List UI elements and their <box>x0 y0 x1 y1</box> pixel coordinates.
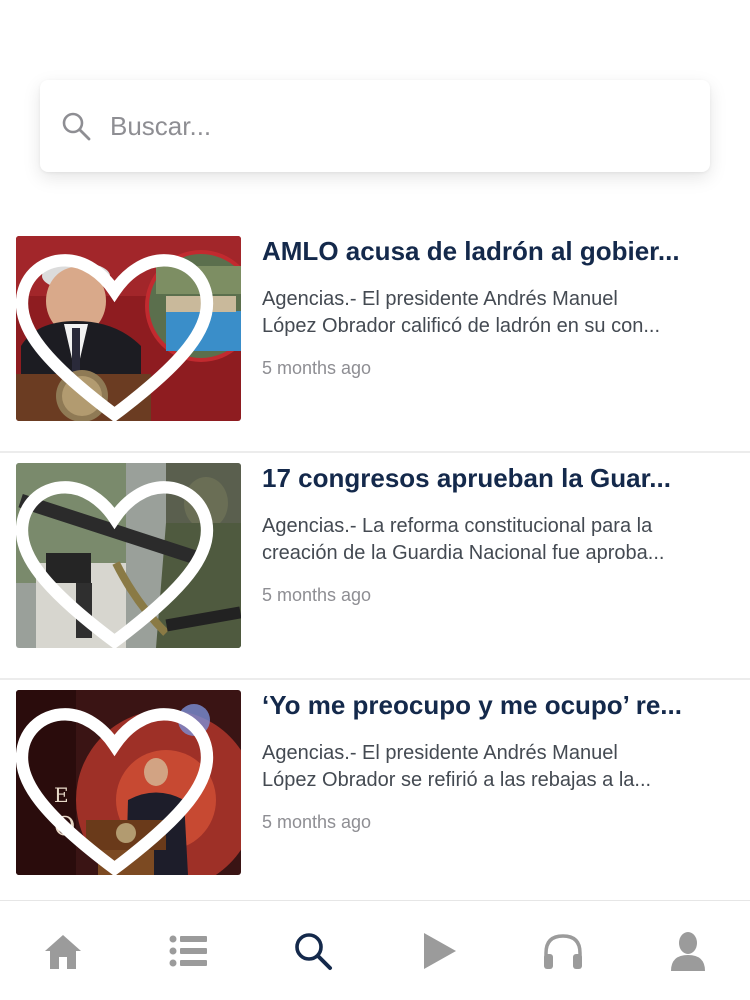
article-item[interactable]: E O ‘Yo me preocupo y me ocupo’ re... Ag… <box>0 680 750 907</box>
article-thumbnail[interactable] <box>16 463 241 648</box>
search-icon <box>62 112 91 141</box>
favorite-heart-icon[interactable] <box>16 475 227 648</box>
article-excerpt: Agencias.- La reforma constitucional par… <box>262 513 727 567</box>
article-thumbnail[interactable]: E O <box>16 690 241 875</box>
excerpt-line: creación de la Guardia Nacional fue apro… <box>262 542 665 564</box>
list-icon <box>169 935 207 966</box>
article-list: AMLO acusa de ladrón al gobier... Agenci… <box>0 226 750 907</box>
article-timestamp: 5 months ago <box>262 585 372 605</box>
article-title[interactable]: ‘Yo me preocupo y me ocupo’ re... <box>262 690 727 720</box>
tab-list[interactable] <box>153 921 223 981</box>
play-icon <box>423 932 456 969</box>
article-excerpt: Agencias.- El presidente Andrés Manuel L… <box>262 286 727 340</box>
headphones-icon <box>543 933 582 969</box>
search-input[interactable] <box>110 101 670 151</box>
article-thumbnail[interactable] <box>16 236 241 421</box>
excerpt-line: Agencias.- El presidente Andrés Manuel <box>262 742 618 764</box>
excerpt-line: Agencias.- La reforma constitucional par… <box>262 515 653 537</box>
tab-audio[interactable] <box>528 921 598 981</box>
favorite-heart-icon[interactable] <box>16 248 227 421</box>
article-title[interactable]: 17 congresos aprueban la Guar... <box>262 463 727 493</box>
excerpt-line: López Obrador calificó de ladrón en su c… <box>262 315 661 337</box>
user-icon <box>670 931 705 971</box>
article-title[interactable]: AMLO acusa de ladrón al gobier... <box>262 236 727 266</box>
article-excerpt: Agencias.- El presidente Andrés Manuel L… <box>262 740 727 794</box>
search-bar[interactable] <box>40 80 710 172</box>
excerpt-line: López Obrador se refirió a las rebajas a… <box>262 769 652 791</box>
article-item[interactable]: 17 congresos aprueban la Guar... Agencia… <box>0 453 750 680</box>
tab-search[interactable] <box>278 921 348 981</box>
favorite-heart-icon[interactable] <box>16 702 227 875</box>
tab-video[interactable] <box>403 921 473 981</box>
tab-profile[interactable] <box>653 921 723 981</box>
tab-home[interactable] <box>28 921 98 981</box>
bottom-tab-bar <box>0 900 750 1000</box>
article-timestamp: 5 months ago <box>262 812 372 832</box>
article-item[interactable]: AMLO acusa de ladrón al gobier... Agenci… <box>0 226 750 453</box>
article-timestamp: 5 months ago <box>262 358 372 378</box>
home-icon <box>44 934 81 969</box>
search-icon <box>294 932 332 970</box>
excerpt-line: Agencias.- El presidente Andrés Manuel <box>262 288 618 310</box>
